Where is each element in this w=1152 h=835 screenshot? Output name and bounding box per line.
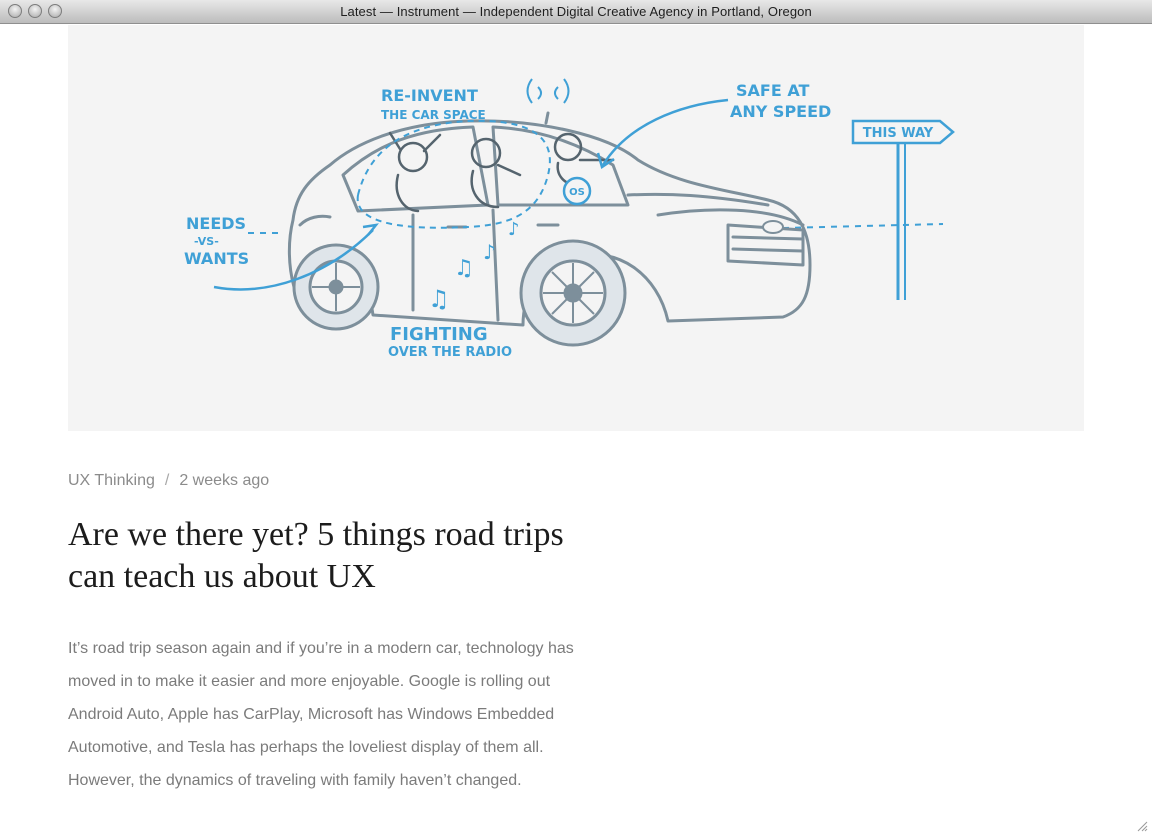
grille-emblem (762, 220, 784, 234)
annotation-fighting-line2: OVER THE RADIO (388, 345, 512, 360)
post-excerpt: It’s road trip season again and if you’r… (68, 640, 574, 789)
post-title-link[interactable]: Are we there yet? 5 things road trips ca… (68, 514, 588, 598)
annotation-safe-line1: SAFE AT (736, 81, 809, 100)
annotation-safe-line2: ANY SPEED (730, 102, 831, 121)
svg-text:♪: ♪ (483, 240, 496, 264)
window-titlebar: Latest — Instrument — Independent Digita… (0, 0, 1152, 24)
svg-text:♫: ♫ (428, 285, 450, 313)
safe-arrow (601, 98, 729, 166)
dashed-line-right (782, 223, 944, 229)
meta-separator: / (164, 472, 170, 489)
svg-text:♪: ♪ (508, 219, 520, 240)
window-controls (8, 4, 62, 18)
post-category-link[interactable]: UX Thinking (68, 472, 155, 489)
annotation-fighting-line1: FIGHTING (390, 324, 488, 345)
svg-text:♫: ♫ (454, 256, 474, 281)
post-meta: UX Thinking / 2 weeks ago (68, 472, 269, 490)
sign-label: THIS WAY (863, 126, 934, 141)
music-note-icons: ♫ ♪ ♫ ♪ (428, 219, 520, 313)
signal-waves-icon (526, 78, 570, 104)
close-window-button[interactable] (8, 4, 22, 18)
annotation-needs-line1: NEEDS (186, 214, 246, 233)
annotation-reinvent-line2: THE CAR SPACE (381, 108, 486, 122)
zoom-window-button[interactable] (48, 4, 62, 18)
resize-grip-icon[interactable] (1136, 820, 1148, 832)
minimize-window-button[interactable] (28, 4, 42, 18)
os-badge-label: OS (569, 187, 585, 198)
annotation-needs-line2: -VS- (194, 235, 219, 248)
annotation-reinvent-line1: RE-INVENT (381, 86, 478, 105)
this-way-sign: THIS WAY (851, 119, 955, 300)
car-illustration: OS ♫ ♪ ♫ ♪ THIS WAY RE-INVENT THE CAR SP… (184, 78, 955, 360)
annotation-needs-line3: WANTS (184, 249, 249, 268)
car-space-outline (356, 119, 551, 229)
window-title: Latest — Instrument — Independent Digita… (340, 4, 812, 19)
hero-illustration[interactable]: OS ♫ ♪ ♫ ♪ THIS WAY RE-INVENT THE CAR SP… (68, 25, 1084, 431)
post-date: 2 weeks ago (179, 472, 270, 489)
